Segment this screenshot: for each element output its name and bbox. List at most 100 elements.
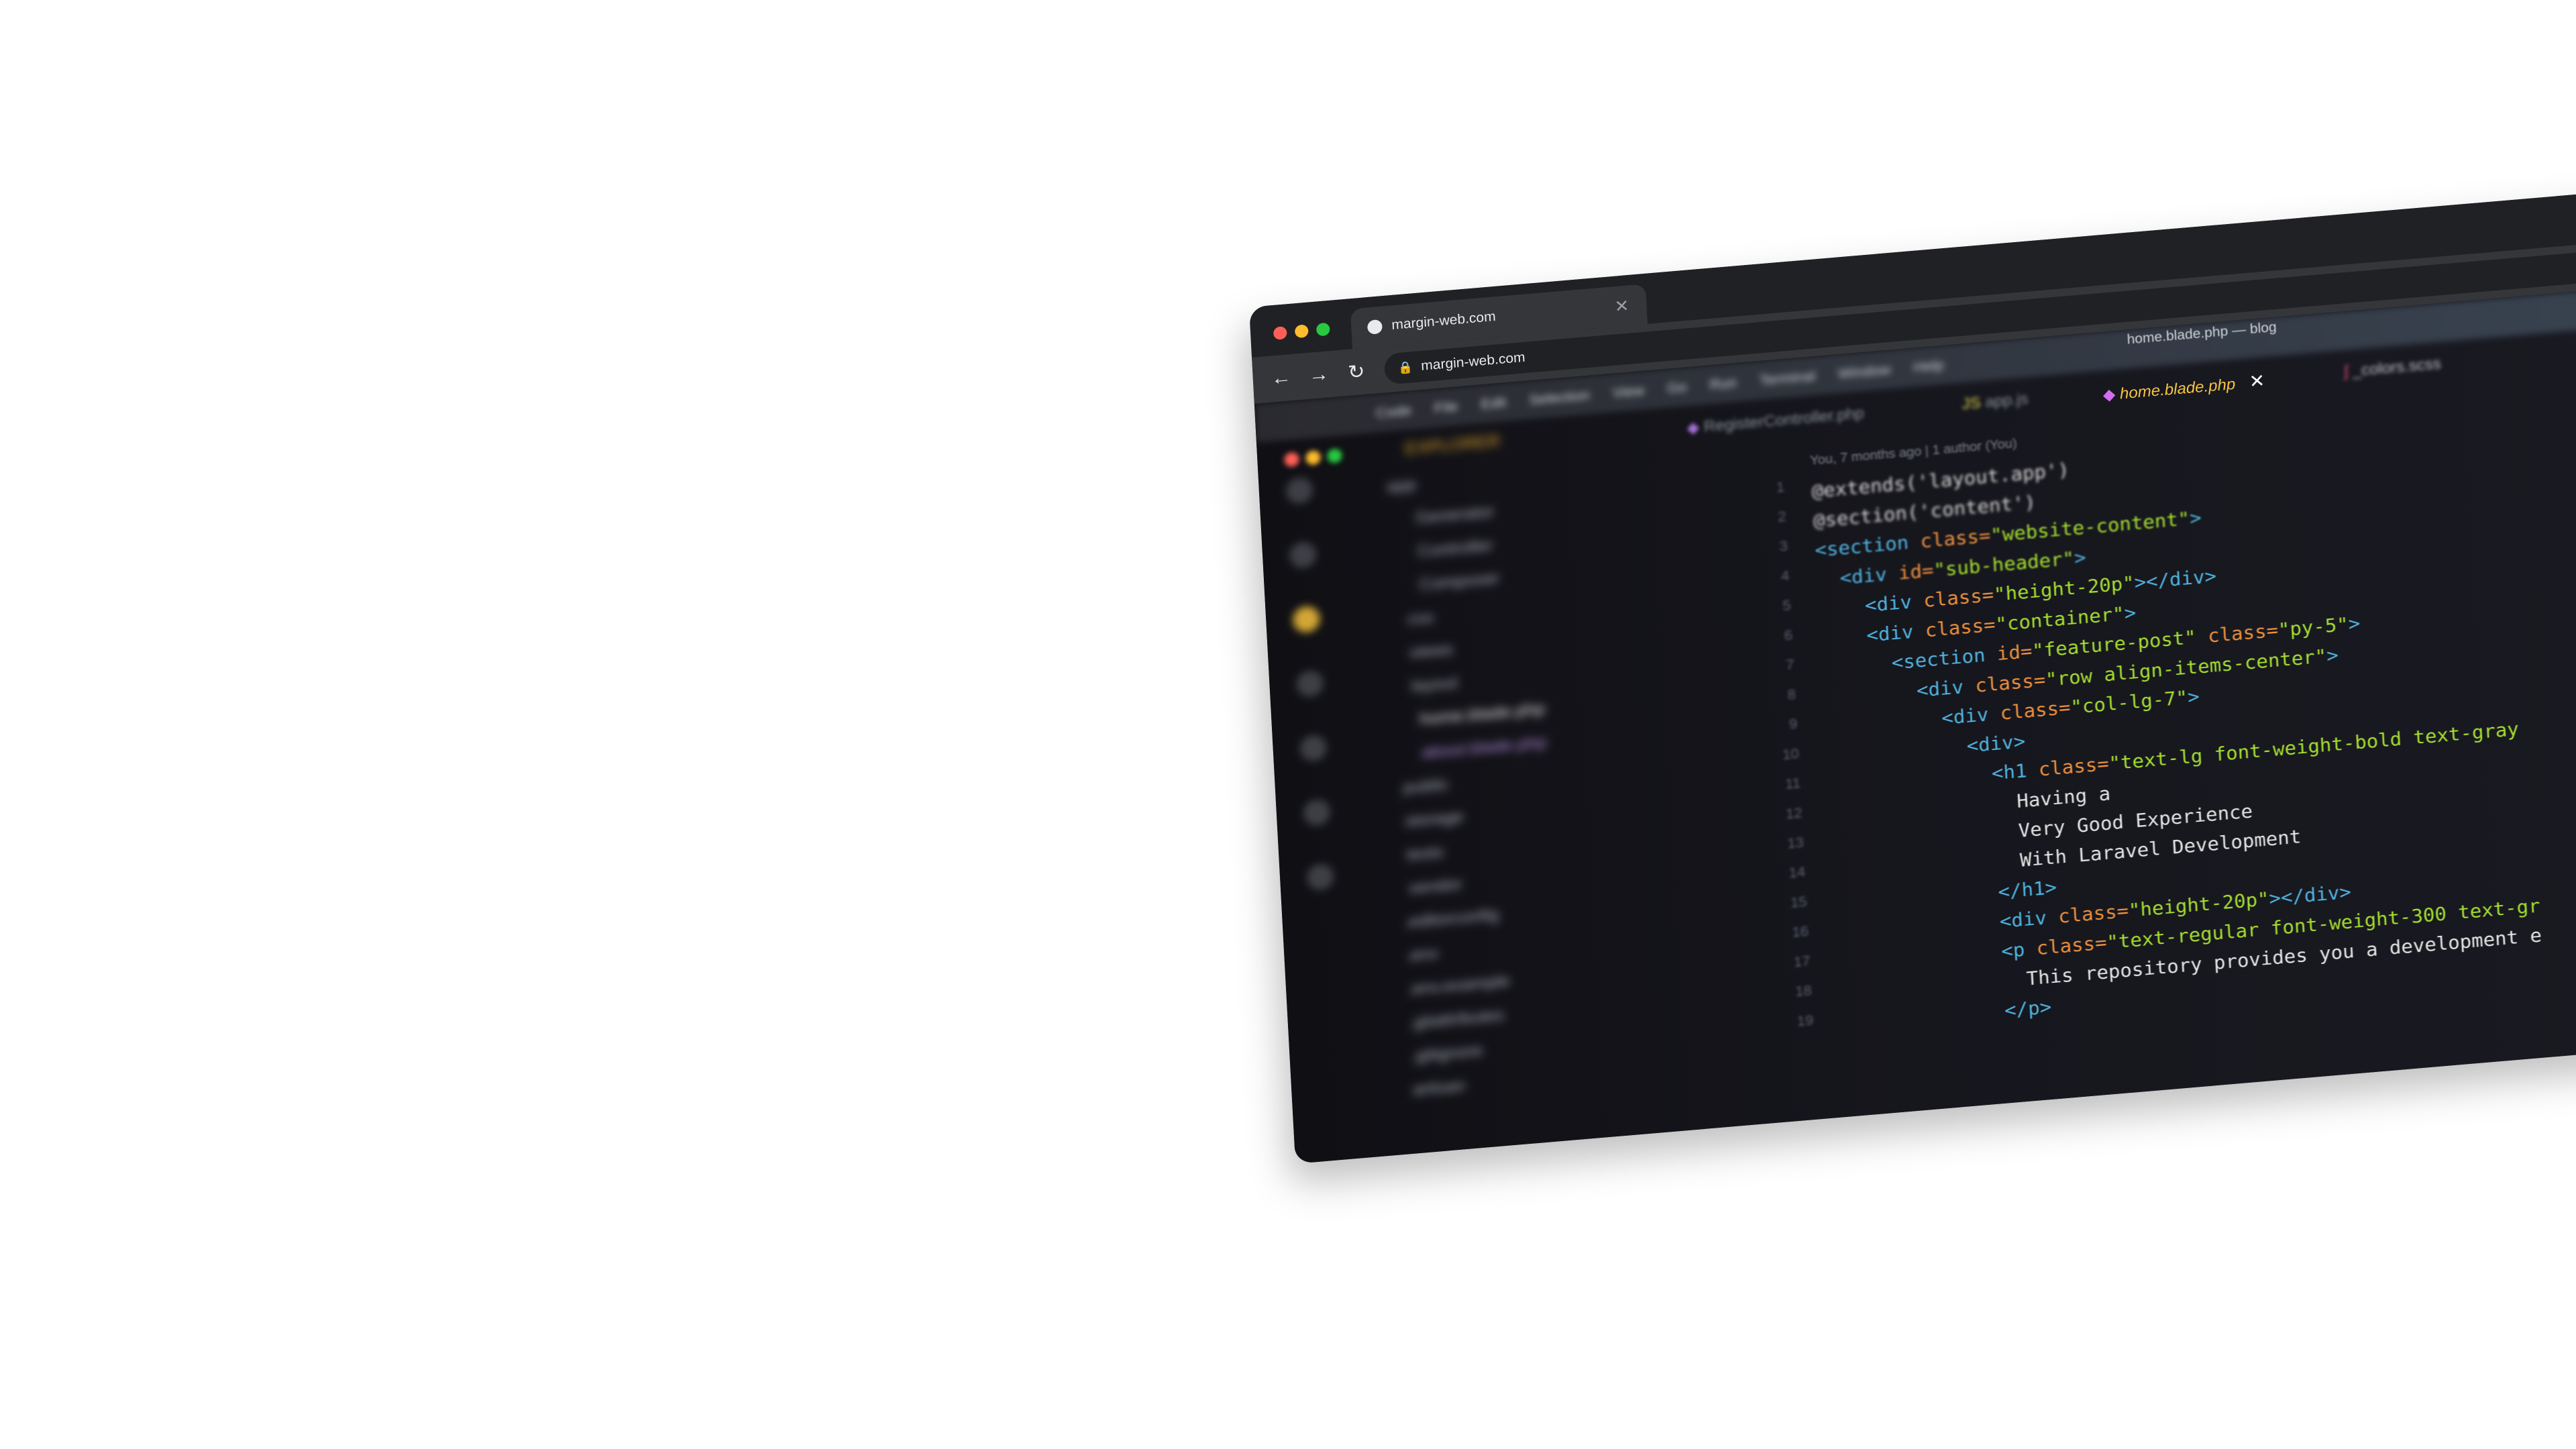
code-token: <div [1817, 589, 1925, 621]
files-icon[interactable] [1285, 476, 1314, 505]
editor-tab-label: _colors.scss [2351, 354, 2442, 380]
line-number: 18 [1794, 982, 1813, 1000]
code-token: > [2347, 612, 2361, 635]
explorer-item[interactable]: storage [1405, 806, 1464, 831]
line-number: 7 [1785, 656, 1795, 674]
line-number: 17 [1793, 952, 1811, 970]
explorer-item[interactable]: views [1409, 639, 1454, 663]
code-token: > [2074, 546, 2087, 570]
maximize-window-button[interactable] [1316, 322, 1330, 337]
explorer-item[interactable]: Generator [1415, 501, 1495, 528]
menu-item[interactable]: Code [1376, 402, 1412, 422]
line-number: 11 [1784, 774, 1801, 792]
code-token: > [2187, 685, 2200, 708]
explorer-item[interactable]: .gitignore [1411, 1040, 1484, 1067]
explorer-sidebar: EXPLORER app Generator Controller Composer c… [1337, 406, 1725, 1157]
code-token: class= [1974, 668, 2046, 697]
menu-item[interactable]: View [1612, 382, 1645, 402]
explorer-item[interactable]: Composer [1419, 568, 1501, 595]
close-window-button[interactable] [1273, 326, 1287, 340]
menu-item[interactable]: Edit [1481, 394, 1507, 413]
code-token: > [2326, 643, 2339, 667]
line-number: 8 [1786, 686, 1796, 703]
menu-item[interactable]: Selection [1529, 387, 1591, 409]
code-token: <div [1819, 619, 1926, 651]
line-number: 3 [1778, 537, 1788, 555]
menu-item[interactable]: Go [1667, 379, 1688, 397]
code-token: > [2123, 601, 2137, 625]
code-token: class= [1999, 696, 2072, 724]
explorer-item[interactable]: css [1407, 607, 1434, 629]
check-icon[interactable] [1306, 863, 1335, 892]
url-text[interactable]: margin-web.com [1421, 350, 1525, 374]
explorer-item[interactable]: tests [1406, 842, 1444, 865]
editor-tab-home-blade[interactable]: ◆ home.blade.php ✕ [2102, 370, 2265, 405]
explorer-item[interactable]: artisan [1412, 1075, 1466, 1099]
explorer-item[interactable]: home.blade.php [1419, 699, 1545, 730]
page-content: Code File Edit Selection View Go Run Terminal Wi… [1254, 272, 2576, 1164]
editor-tab-label: RegisterController.php [1703, 404, 1865, 436]
explorer-item[interactable]: layout [1411, 673, 1458, 697]
code-token: > [2189, 506, 2202, 530]
explorer-item[interactable]: vendor [1408, 874, 1462, 899]
code-token: <div [1815, 561, 1899, 591]
extensions-icon[interactable] [1299, 734, 1328, 763]
code-token: ></div> [2133, 564, 2217, 594]
editor-tab-app-js[interactable]: JS app.js [1962, 390, 2029, 413]
remote-icon[interactable] [1303, 798, 1332, 827]
code-token: class= [2035, 931, 2108, 959]
line-number: 6 [1784, 627, 1793, 644]
code-token: class= [1924, 613, 1996, 641]
source-control-icon[interactable] [1292, 605, 1321, 634]
explorer-item[interactable]: public [1403, 774, 1450, 798]
tab-title: margin-web.com [1391, 309, 1497, 333]
line-number: 19 [1796, 1012, 1814, 1030]
code-token: class= [1919, 524, 1992, 553]
editor-tab-label: app.js [1984, 390, 2029, 411]
menu-item[interactable]: Help [1913, 357, 1945, 376]
code-token: <section [1814, 530, 1921, 561]
explorer-item[interactable]: .gitattributes [1409, 1005, 1505, 1033]
explorer-item[interactable]: Controller [1417, 535, 1493, 561]
forward-button[interactable]: → [1299, 362, 1338, 387]
code-token: class= [2057, 899, 2129, 928]
minimize-window-button[interactable] [1294, 324, 1309, 339]
line-number: 1 [1776, 478, 1785, 496]
menu-item[interactable]: File [1434, 398, 1458, 417]
code-editor[interactable]: @extends('layout.app') @section('content'… [1811, 417, 2544, 1039]
menu-item[interactable]: Terminal [1759, 368, 1815, 389]
php-icon: ◆ [1686, 418, 1705, 437]
code-token: ></div> [2268, 880, 2352, 910]
close-tab-icon[interactable]: ✕ [2249, 370, 2265, 392]
line-number: 9 [1788, 715, 1798, 733]
explorer-header: EXPLORER [1404, 431, 1501, 459]
code-token: id= [1898, 559, 1935, 584]
debug-icon[interactable] [1295, 669, 1324, 698]
line-number: 13 [1786, 834, 1805, 852]
browser-window: margin-web.com ✕ ← → ↻ 🔒 margin-web.com … [1249, 176, 2576, 1164]
reload-button[interactable]: ↻ [1337, 359, 1376, 384]
line-number: 14 [1788, 863, 1806, 881]
lock-icon: 🔒 [1397, 360, 1413, 375]
line-number: 2 [1777, 508, 1787, 525]
line-number: 12 [1785, 804, 1803, 822]
menu-item[interactable]: Run [1709, 374, 1737, 393]
editor-tab-colors-scss[interactable]: ʃ _colors.scss [2344, 355, 2442, 381]
code-token: class= [2037, 752, 2110, 781]
explorer-item[interactable]: .editorconfig [1403, 904, 1499, 932]
tab-close-icon[interactable]: ✕ [1614, 295, 1629, 317]
js-icon: JS [1961, 393, 1986, 413]
search-icon[interactable] [1289, 541, 1318, 570]
explorer-item[interactable]: app [1387, 474, 1417, 496]
editor-tab-register-controller[interactable]: ◆ RegisterController.php [1686, 404, 1864, 437]
line-number: 5 [1782, 596, 1792, 614]
menu-item[interactable]: Window [1837, 362, 1891, 383]
explorer-item[interactable]: .env [1405, 943, 1439, 966]
explorer-item[interactable]: .env.example [1407, 971, 1510, 1000]
line-number: 10 [1782, 745, 1800, 763]
explorer-item[interactable]: about.blade.php [1421, 733, 1547, 763]
line-number: 15 [1790, 893, 1808, 911]
back-button[interactable]: ← [1262, 366, 1301, 390]
editor-tab-label: home.blade.php [2119, 375, 2236, 403]
line-number-gutter: 1 2 3 4 5 6 7 8 9 10 11 12 13 14 15 16 17 18 19 [1730, 478, 1814, 1046]
